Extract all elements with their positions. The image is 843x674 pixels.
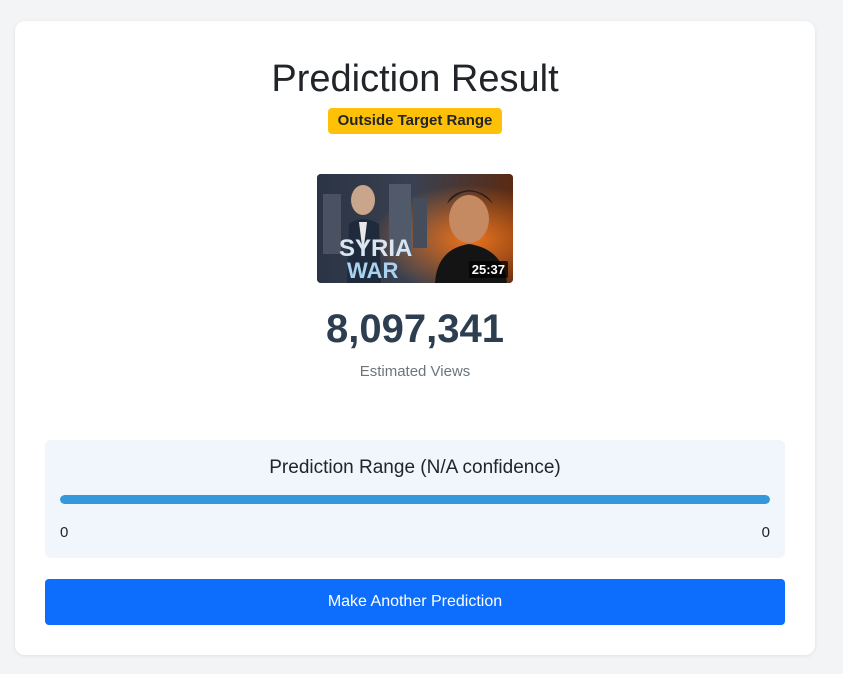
estimated-views-value: 8,097,341: [326, 307, 504, 351]
status-badge: Outside Target Range: [327, 108, 503, 134]
result-card: Prediction Result Outside Target Range S…: [15, 21, 815, 655]
prediction-range-panel: Prediction Range (N/A confidence) 0 0: [45, 440, 785, 558]
thumbnail-text-2: WAR: [347, 258, 398, 283]
prediction-range-title: Prediction Range (N/A confidence): [269, 457, 561, 478]
prediction-range-bar: [60, 495, 770, 504]
make-another-prediction-button[interactable]: Make Another Prediction: [45, 579, 785, 625]
video-duration: 25:37: [468, 261, 508, 278]
estimated-views-label: Estimated Views: [359, 363, 471, 380]
prediction-range-fill: [60, 495, 770, 504]
page-title: Prediction Result: [271, 58, 559, 100]
video-thumbnail: SYRIA WAR 25:37: [317, 174, 513, 283]
prediction-range-max: 0: [761, 524, 770, 541]
badge-container: Outside Target Range: [15, 108, 815, 134]
prediction-range-min: 0: [60, 524, 69, 541]
